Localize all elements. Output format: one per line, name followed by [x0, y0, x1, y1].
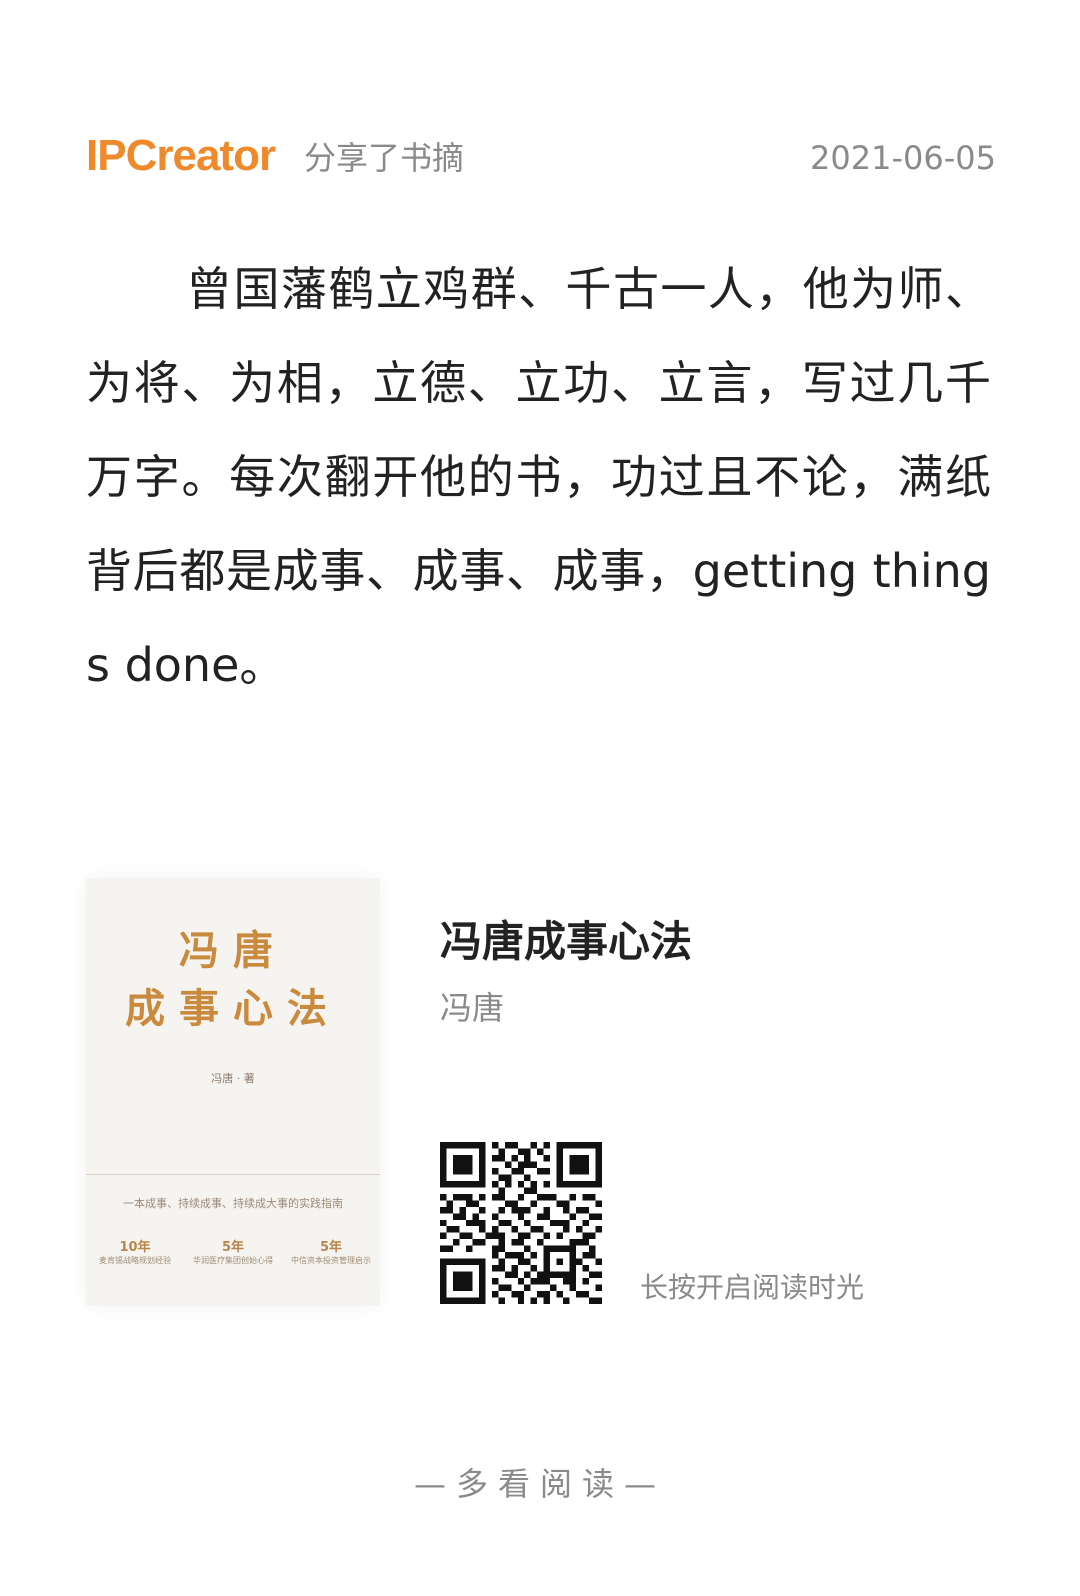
cover-stat-number: 5年 — [221, 1240, 245, 1255]
book-author: 冯唐 — [440, 989, 505, 1027]
share-action-label: 分享了书摘 — [304, 139, 465, 177]
qr-code-icon[interactable] — [440, 1142, 602, 1304]
cover-stats: 10年 麦肯锡战略规划经验 5年 华润医疗集团创始心得 5年 中信资本投资管理启… — [86, 1240, 380, 1266]
cover-stat-number: 5年 — [319, 1240, 343, 1255]
cover-stat: 5年 华润医疗集团创始心得 — [188, 1240, 278, 1266]
qr-caption: 长按开启阅读时光 — [640, 1271, 865, 1304]
share-header: IPCreator 分享了书摘 2021-06-05 — [86, 128, 996, 188]
book-cover-image[interactable]: 冯唐 成事心法 冯唐 · 著 一本成事、持续成事、持续成大事的实践指南 10年 … — [86, 878, 380, 1306]
cover-stat-number: 10年 — [119, 1240, 151, 1255]
cover-title-line2: 成事心法 — [125, 985, 341, 1032]
cover-divider — [86, 1174, 380, 1175]
cover-stat: 5年 中信资本投资管理启示 — [286, 1240, 376, 1266]
cover-title-line1: 冯唐 — [179, 927, 287, 974]
book-excerpt-text: 曾国藩鹤立鸡群、千古一人，他为师、为将、为相，立德、立功、立言，写过几千万字。每… — [86, 262, 991, 692]
cover-stat: 10年 麦肯锡战略规划经验 — [90, 1240, 180, 1266]
share-date: 2021-06-05 — [810, 139, 996, 177]
brand-logo[interactable]: IPCreator — [86, 128, 276, 184]
cover-author: 冯唐 · 著 — [211, 1072, 255, 1085]
cover-stat-label: 麦肯锡战略规划经验 — [99, 1256, 171, 1265]
footer-app-label: —多看阅读— — [413, 1465, 666, 1503]
qr-code-graphic — [440, 1142, 602, 1304]
cover-stat-label: 中信资本投资管理启示 — [291, 1256, 371, 1265]
cover-stat-label: 华润医疗集团创始心得 — [193, 1256, 273, 1265]
book-title[interactable]: 冯唐成事心法 — [440, 914, 692, 970]
book-card[interactable]: 冯唐 成事心法 冯唐 · 著 一本成事、持续成事、持续成大事的实践指南 10年 … — [86, 878, 996, 1308]
cover-tagline: 一本成事、持续成事、持续成大事的实践指南 — [123, 1197, 343, 1210]
